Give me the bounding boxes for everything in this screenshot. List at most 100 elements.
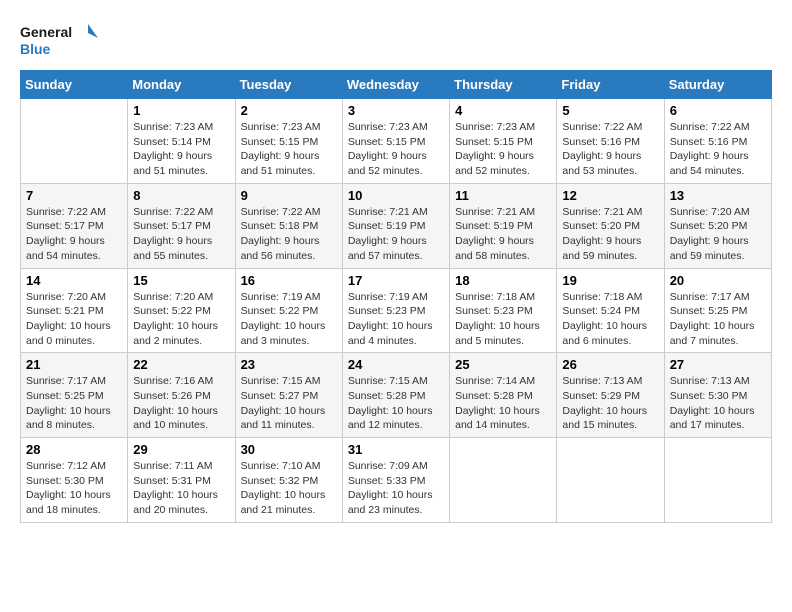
cell-info: Sunrise: 7:18 AMSunset: 5:23 PMDaylight:… [455,290,551,349]
calendar-cell: 23 Sunrise: 7:15 AMSunset: 5:27 PMDayligh… [235,353,342,438]
cell-info: Sunrise: 7:22 AMSunset: 5:17 PMDaylight:… [26,205,122,264]
svg-text:General: General [20,24,72,40]
day-number: 4 [455,103,551,118]
calendar-cell [557,438,664,523]
cell-info: Sunrise: 7:14 AMSunset: 5:28 PMDaylight:… [455,374,551,433]
day-number: 17 [348,273,444,288]
calendar-cell: 5 Sunrise: 7:22 AMSunset: 5:16 PMDaylight… [557,99,664,184]
cell-info: Sunrise: 7:23 AMSunset: 5:14 PMDaylight:… [133,120,229,179]
weekday-header-wednesday: Wednesday [342,71,449,99]
calendar-cell: 13 Sunrise: 7:20 AMSunset: 5:20 PMDayligh… [664,183,771,268]
cell-info: Sunrise: 7:13 AMSunset: 5:29 PMDaylight:… [562,374,658,433]
day-number: 20 [670,273,766,288]
day-number: 29 [133,442,229,457]
day-number: 1 [133,103,229,118]
cell-info: Sunrise: 7:20 AMSunset: 5:20 PMDaylight:… [670,205,766,264]
day-number: 13 [670,188,766,203]
day-number: 7 [26,188,122,203]
day-number: 26 [562,357,658,372]
cell-info: Sunrise: 7:15 AMSunset: 5:27 PMDaylight:… [241,374,337,433]
calendar-cell: 11Sunrise: 7:21 AMSunset: 5:19 PMDayligh… [450,183,557,268]
cell-info: Sunrise: 7:20 AMSunset: 5:22 PMDaylight:… [133,290,229,349]
day-number: 8 [133,188,229,203]
calendar-cell: 28 Sunrise: 7:12 AMSunset: 5:30 PMDayligh… [21,438,128,523]
calendar-cell: 9Sunrise: 7:22 AMSunset: 5:18 PMDaylight… [235,183,342,268]
weekday-header-row: SundayMondayTuesdayWednesdayThursdayFrid… [21,71,772,99]
cell-info: Sunrise: 7:23 AMSunset: 5:15 PMDaylight:… [241,120,337,179]
day-number: 21 [26,357,122,372]
calendar-cell [450,438,557,523]
day-number: 16 [241,273,337,288]
calendar-cell: 25 Sunrise: 7:14 AMSunset: 5:28 PMDayligh… [450,353,557,438]
calendar-cell: 12 Sunrise: 7:21 AMSunset: 5:20 PMDayligh… [557,183,664,268]
weekday-header-monday: Monday [128,71,235,99]
day-number: 19 [562,273,658,288]
cell-info: Sunrise: 7:22 AMSunset: 5:18 PMDaylight:… [241,205,337,264]
cell-info: Sunrise: 7:18 AMSunset: 5:24 PMDaylight:… [562,290,658,349]
calendar-table: SundayMondayTuesdayWednesdayThursdayFrid… [20,70,772,523]
weekday-header-thursday: Thursday [450,71,557,99]
day-number: 31 [348,442,444,457]
day-number: 5 [562,103,658,118]
day-number: 28 [26,442,122,457]
logo-svg: General Blue [20,20,100,60]
logo: General Blue [20,20,100,60]
cell-info: Sunrise: 7:22 AMSunset: 5:17 PMDaylight:… [133,205,229,264]
calendar-cell: 19 Sunrise: 7:18 AMSunset: 5:24 PMDayligh… [557,268,664,353]
week-row-1: 1 Sunrise: 7:23 AMSunset: 5:14 PMDaylight… [21,99,772,184]
weekday-header-sunday: Sunday [21,71,128,99]
calendar-cell: 18 Sunrise: 7:18 AMSunset: 5:23 PMDayligh… [450,268,557,353]
calendar-cell: 26 Sunrise: 7:13 AMSunset: 5:29 PMDayligh… [557,353,664,438]
calendar-cell [664,438,771,523]
cell-info: Sunrise: 7:09 AMSunset: 5:33 PMDaylight:… [348,459,444,518]
day-number: 10 [348,188,444,203]
week-row-5: 28 Sunrise: 7:12 AMSunset: 5:30 PMDayligh… [21,438,772,523]
day-number: 12 [562,188,658,203]
svg-text:Blue: Blue [20,41,51,57]
cell-info: Sunrise: 7:22 AMSunset: 5:16 PMDaylight:… [562,120,658,179]
day-number: 25 [455,357,551,372]
calendar-cell: 3 Sunrise: 7:23 AMSunset: 5:15 PMDaylight… [342,99,449,184]
cell-info: Sunrise: 7:13 AMSunset: 5:30 PMDaylight:… [670,374,766,433]
cell-info: Sunrise: 7:23 AMSunset: 5:15 PMDaylight:… [455,120,551,179]
day-number: 14 [26,273,122,288]
cell-info: Sunrise: 7:21 AMSunset: 5:19 PMDaylight:… [455,205,551,264]
cell-info: Sunrise: 7:19 AMSunset: 5:23 PMDaylight:… [348,290,444,349]
calendar-cell: 16 Sunrise: 7:19 AMSunset: 5:22 PMDayligh… [235,268,342,353]
calendar-cell: 21 Sunrise: 7:17 AMSunset: 5:25 PMDayligh… [21,353,128,438]
weekday-header-friday: Friday [557,71,664,99]
cell-info: Sunrise: 7:17 AMSunset: 5:25 PMDaylight:… [26,374,122,433]
cell-info: Sunrise: 7:11 AMSunset: 5:31 PMDaylight:… [133,459,229,518]
day-number: 24 [348,357,444,372]
cell-info: Sunrise: 7:10 AMSunset: 5:32 PMDaylight:… [241,459,337,518]
calendar-cell: 17 Sunrise: 7:19 AMSunset: 5:23 PMDayligh… [342,268,449,353]
day-number: 27 [670,357,766,372]
week-row-4: 21 Sunrise: 7:17 AMSunset: 5:25 PMDayligh… [21,353,772,438]
cell-info: Sunrise: 7:16 AMSunset: 5:26 PMDaylight:… [133,374,229,433]
cell-info: Sunrise: 7:21 AMSunset: 5:20 PMDaylight:… [562,205,658,264]
day-number: 3 [348,103,444,118]
weekday-header-tuesday: Tuesday [235,71,342,99]
calendar-cell: 1 Sunrise: 7:23 AMSunset: 5:14 PMDaylight… [128,99,235,184]
day-number: 15 [133,273,229,288]
week-row-3: 14 Sunrise: 7:20 AMSunset: 5:21 PMDayligh… [21,268,772,353]
calendar-cell: 4 Sunrise: 7:23 AMSunset: 5:15 PMDaylight… [450,99,557,184]
cell-info: Sunrise: 7:23 AMSunset: 5:15 PMDaylight:… [348,120,444,179]
calendar-cell [21,99,128,184]
calendar-cell: 30Sunrise: 7:10 AMSunset: 5:32 PMDayligh… [235,438,342,523]
cell-info: Sunrise: 7:19 AMSunset: 5:22 PMDaylight:… [241,290,337,349]
day-number: 23 [241,357,337,372]
day-number: 18 [455,273,551,288]
day-number: 2 [241,103,337,118]
cell-info: Sunrise: 7:15 AMSunset: 5:28 PMDaylight:… [348,374,444,433]
calendar-cell: 6Sunrise: 7:22 AMSunset: 5:16 PMDaylight… [664,99,771,184]
calendar-cell: 14 Sunrise: 7:20 AMSunset: 5:21 PMDayligh… [21,268,128,353]
calendar-cell: 7 Sunrise: 7:22 AMSunset: 5:17 PMDaylight… [21,183,128,268]
calendar-cell: 27 Sunrise: 7:13 AMSunset: 5:30 PMDayligh… [664,353,771,438]
day-number: 6 [670,103,766,118]
cell-info: Sunrise: 7:12 AMSunset: 5:30 PMDaylight:… [26,459,122,518]
cell-info: Sunrise: 7:20 AMSunset: 5:21 PMDaylight:… [26,290,122,349]
calendar-cell: 10Sunrise: 7:21 AMSunset: 5:19 PMDayligh… [342,183,449,268]
page-header: General Blue [20,20,772,60]
calendar-cell: 8 Sunrise: 7:22 AMSunset: 5:17 PMDaylight… [128,183,235,268]
